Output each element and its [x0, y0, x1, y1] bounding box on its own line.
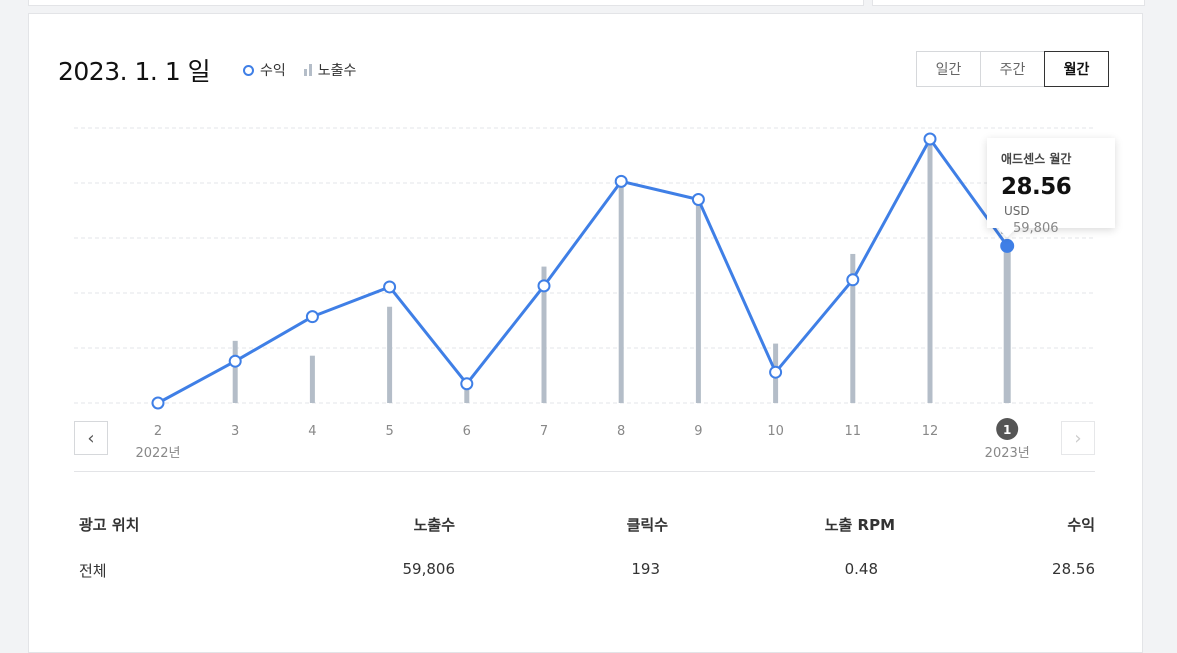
cell-rpm: 0.48 [844, 560, 878, 578]
revenue-point[interactable] [305, 310, 319, 324]
revenue-point[interactable] [151, 396, 165, 410]
revenue-point[interactable] [846, 273, 860, 287]
revenue-line [157, 137, 1009, 405]
cell-clicks: 193 [631, 560, 660, 578]
impressions-bar [387, 306, 393, 403]
impressions-bar [464, 388, 470, 403]
col-header-revenue: 수익 [1067, 516, 1095, 534]
next-period-button[interactable]: › [1061, 421, 1095, 455]
x-tick-label[interactable]: 11 [845, 424, 862, 439]
x-tick-label[interactable]: 2 [154, 424, 162, 439]
table-row: 전체 59,806 193 0.48 28.56 [79, 560, 1095, 606]
top-card-left [28, 0, 864, 6]
ad-placement-table: 광고 위치 노출수 클릭수 노출 RPM 수익 전체 59,806 193 0.… [79, 514, 1095, 606]
revenue-point[interactable] [383, 280, 397, 294]
revenue-card: 2023. 1. 1 일 수익 노출수 일간 주간 월간 2 2022년 3 4 5 6 7… [28, 13, 1143, 653]
tooltip-value: 28.56 [1001, 174, 1072, 200]
revenue-point[interactable] [923, 132, 937, 146]
x-tick-label[interactable]: 5 [385, 424, 393, 439]
revenue-chart: 2 2022년 3 4 5 6 7 8 9 10 11 12 1 2023년 [74, 127, 1095, 461]
x-tick-label[interactable]: 4 [308, 424, 316, 439]
tooltip-impressions: 59,806 [1013, 221, 1059, 236]
x-tick-label[interactable]: 1 [1003, 423, 1011, 437]
x-tick-label[interactable]: 8 [617, 424, 625, 439]
col-header-rpm: 노출 RPM [824, 516, 895, 534]
impressions-bar [695, 202, 701, 403]
chevron-left-icon: ‹ [87, 427, 95, 449]
col-header-clicks: 클릭수 [626, 516, 668, 534]
x-year-label: 2023년 [985, 446, 1030, 461]
impressions-bar [1003, 246, 1011, 403]
col-header-placement: 광고 위치 [79, 516, 140, 534]
impressions-bar [618, 181, 624, 403]
tooltip-unit: USD [1004, 204, 1030, 218]
tooltip-title: 애드센스 월간 [1001, 152, 1072, 166]
top-card-right [872, 0, 1145, 6]
prev-period-button[interactable]: ‹ [74, 421, 108, 455]
revenue-point[interactable] [614, 174, 628, 188]
table-header-row: 광고 위치 노출수 클릭수 노출 RPM 수익 [79, 514, 1095, 560]
impressions-bar [232, 340, 238, 403]
revenue-point[interactable] [460, 377, 474, 391]
x-tick-label[interactable]: 12 [922, 424, 939, 439]
impressions-bar [309, 355, 315, 403]
x-tick-label[interactable]: 6 [463, 424, 471, 439]
revenue-point[interactable] [537, 279, 551, 293]
chart-tooltip: 애드센스 월간 28.56 USD 59,806 [987, 138, 1115, 236]
x-tick-label[interactable]: 7 [540, 424, 548, 439]
col-header-impressions: 노출수 [413, 516, 455, 534]
chevron-right-icon: › [1074, 427, 1082, 449]
divider [74, 471, 1095, 472]
cell-placement: 전체 [79, 562, 107, 580]
revenue-point[interactable] [769, 365, 783, 379]
impressions-bar [927, 136, 933, 403]
x-tick-label[interactable]: 9 [694, 424, 702, 439]
revenue-point[interactable] [228, 354, 242, 368]
cell-revenue: 28.56 [1052, 560, 1095, 578]
tab-monthly[interactable]: 월간 [1044, 51, 1109, 87]
revenue-point[interactable] [691, 193, 705, 206]
x-year-label: 2022년 [135, 446, 180, 461]
cell-impressions: 59,806 [402, 560, 456, 578]
x-tick-label[interactable]: 3 [231, 424, 239, 439]
revenue-point[interactable] [1000, 238, 1015, 253]
bar-chart-icon [1001, 223, 1009, 234]
x-tick-label[interactable]: 10 [767, 424, 784, 439]
